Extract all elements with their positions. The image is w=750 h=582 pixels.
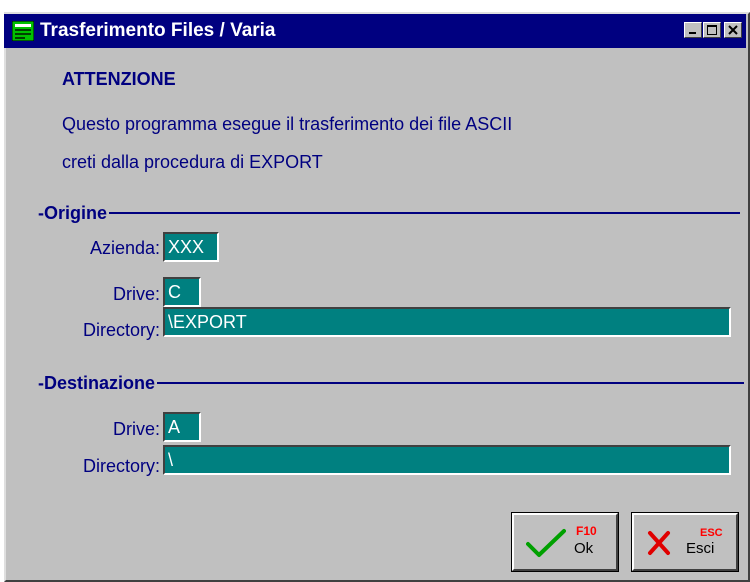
warning-heading: ATTENZIONE bbox=[62, 69, 176, 89]
ok-hotkey: F10 bbox=[576, 524, 597, 538]
destinazione-drive-field[interactable]: A bbox=[163, 412, 201, 442]
origine-drive-label: Drive: bbox=[112, 284, 160, 304]
azienda-label: Azienda: bbox=[89, 238, 160, 258]
close-icon[interactable] bbox=[724, 22, 742, 38]
esc-hotkey: ESC bbox=[700, 527, 723, 539]
origine-section-title: -Origine bbox=[38, 202, 110, 224]
destinazione-directory-field[interactable]: \ bbox=[163, 445, 731, 475]
window-title: Trasferimento Files / Varia bbox=[40, 20, 276, 41]
app-window-icon bbox=[11, 20, 35, 42]
esc-label: Esci bbox=[686, 540, 715, 557]
destinazione-drive-label: Drive: bbox=[112, 419, 160, 439]
description-line-1: Questo programma esegue il trasferimento… bbox=[62, 114, 513, 134]
origine-directory-label: Directory: bbox=[82, 320, 160, 340]
origine-directory-field[interactable]: \EXPORT bbox=[163, 307, 731, 337]
ok-label: Ok bbox=[574, 540, 594, 557]
description-line-2: creti dalla procedura di EXPORT bbox=[62, 152, 323, 172]
title-bar[interactable]: Trasferimento Files / Varia bbox=[4, 14, 746, 48]
esc-button[interactable]: ESC Esci bbox=[631, 512, 739, 572]
origine-divider bbox=[38, 212, 740, 214]
x-cross-icon bbox=[646, 528, 676, 563]
ok-button[interactable]: F10 Ok bbox=[511, 512, 619, 572]
azienda-field[interactable]: XXX bbox=[163, 232, 219, 262]
minimize-icon[interactable] bbox=[684, 22, 702, 38]
destinazione-section-title: -Destinazione bbox=[38, 372, 158, 394]
maximize-icon[interactable] bbox=[703, 22, 721, 38]
checkmark-icon bbox=[526, 528, 566, 563]
destinazione-directory-label: Directory: bbox=[82, 456, 160, 476]
origine-drive-field[interactable]: C bbox=[163, 277, 201, 307]
